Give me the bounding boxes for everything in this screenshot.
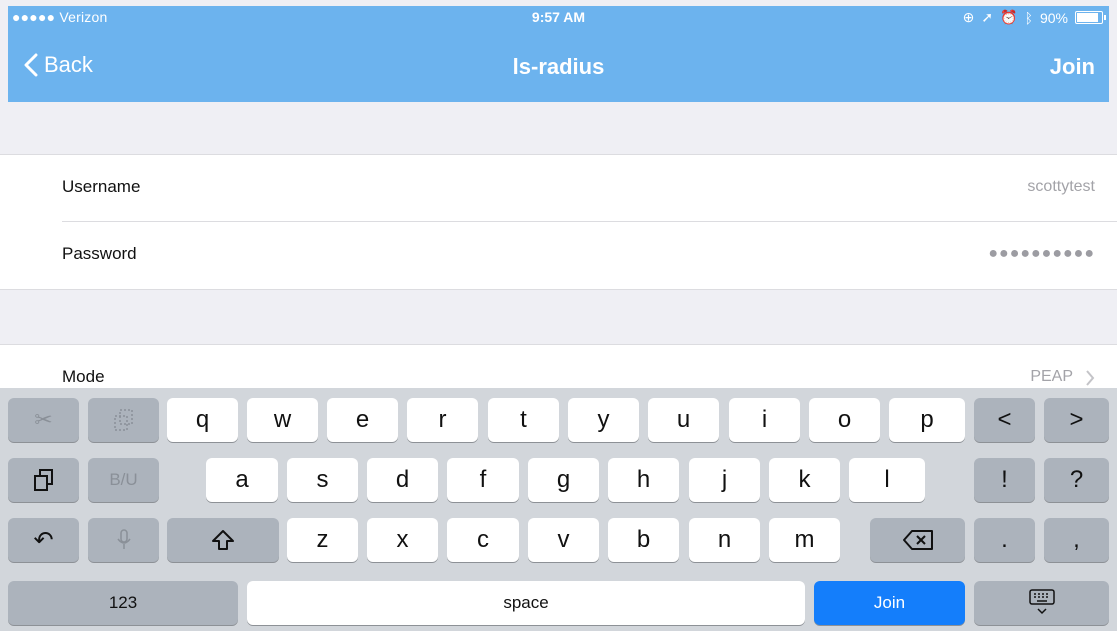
key-e[interactable]: e xyxy=(327,398,398,442)
battery-percent: 90% xyxy=(1039,9,1068,26)
copy-key[interactable] xyxy=(88,398,159,442)
question-key[interactable]: ? xyxy=(1044,458,1109,502)
key-a[interactable]: a xyxy=(206,458,278,502)
delete-key[interactable] xyxy=(870,518,965,562)
key-h[interactable]: h xyxy=(608,458,679,502)
period-key[interactable]: . xyxy=(974,518,1035,562)
copy-icon xyxy=(113,409,133,431)
key-u[interactable]: u xyxy=(648,398,719,442)
dictation-key[interactable] xyxy=(88,518,159,562)
key-v[interactable]: v xyxy=(528,518,599,562)
key-d[interactable]: d xyxy=(367,458,438,502)
credentials-group: Username scottytest Password ●●●●●●●●●● xyxy=(0,155,1117,289)
status-indicators: ⊕ ➚ ⏰ ᛒ 90% xyxy=(962,9,1106,26)
undo-key[interactable]: ↶ xyxy=(8,518,79,562)
mode-value: PEAP xyxy=(1030,368,1073,385)
key-r[interactable]: r xyxy=(407,398,478,442)
key-t[interactable]: t xyxy=(488,398,559,442)
lock-rotation-icon: ⊕ xyxy=(962,9,975,25)
key-m[interactable]: m xyxy=(769,518,840,562)
clock: 9:57 AM xyxy=(531,9,586,25)
key-o[interactable]: o xyxy=(809,398,880,442)
microphone-icon xyxy=(116,529,131,549)
shift-icon xyxy=(212,530,234,550)
key-c[interactable]: c xyxy=(447,518,519,562)
paste-icon xyxy=(33,469,53,491)
paste-key[interactable] xyxy=(8,458,79,502)
key-s[interactable]: s xyxy=(287,458,358,502)
password-label: Password xyxy=(62,244,137,263)
username-label: Username xyxy=(62,177,141,196)
location-icon: ➚ xyxy=(981,9,994,25)
key-b[interactable]: b xyxy=(608,518,679,562)
password-field[interactable]: ●●●●●●●●●● xyxy=(988,245,1095,263)
undo-icon: ↶ xyxy=(33,526,54,554)
key-z[interactable]: z xyxy=(287,518,358,562)
alarm-icon: ⏰ xyxy=(1000,9,1018,25)
username-field[interactable]: scottytest xyxy=(1027,178,1095,196)
backspace-icon xyxy=(902,530,933,550)
scissors-icon: ✂ xyxy=(34,407,53,432)
bluetooth-icon: ᛒ xyxy=(1024,9,1033,26)
chevron-right-icon xyxy=(1086,370,1095,386)
navigation-bar: Back ls-radius Join xyxy=(8,30,1109,102)
mode-group: Mode PEAP xyxy=(0,345,1117,388)
comma-key[interactable]: , xyxy=(1044,518,1109,562)
password-row[interactable]: Password ●●●●●●●●●● xyxy=(0,222,1117,288)
key-i[interactable]: i xyxy=(729,398,800,442)
key-p[interactable]: p xyxy=(889,398,965,442)
numbers-key[interactable]: 123 xyxy=(8,581,238,625)
key-f[interactable]: f xyxy=(447,458,519,502)
keyboard-dismiss-icon xyxy=(1028,589,1055,615)
biu-format-key[interactable]: B/U xyxy=(88,458,159,502)
shift-key[interactable] xyxy=(167,518,279,562)
status-bar: ●●●●● Verizon 9:57 AM ⊕ ➚ ⏰ ᛒ 90% xyxy=(8,6,1109,30)
keyboard: ✂ q w e r t y u i o p < > B/U a s d f g … xyxy=(0,388,1117,631)
cursor-left-key[interactable]: < xyxy=(974,398,1035,442)
cut-key[interactable]: ✂ xyxy=(8,398,79,442)
section-gap xyxy=(0,290,1117,344)
key-y[interactable]: y xyxy=(568,398,639,442)
space-key[interactable]: space xyxy=(247,581,805,625)
mode-label: Mode xyxy=(62,367,105,386)
key-j[interactable]: j xyxy=(689,458,760,502)
username-row[interactable]: Username scottytest xyxy=(0,155,1117,221)
key-k[interactable]: k xyxy=(769,458,840,502)
battery-icon xyxy=(1075,11,1106,24)
exclamation-key[interactable]: ! xyxy=(974,458,1035,502)
key-w[interactable]: w xyxy=(247,398,318,442)
section-gap xyxy=(0,102,1117,155)
join-key[interactable]: Join xyxy=(814,581,965,625)
key-n[interactable]: n xyxy=(689,518,760,562)
key-x[interactable]: x xyxy=(367,518,438,562)
dismiss-keyboard-key[interactable] xyxy=(974,581,1109,625)
key-g[interactable]: g xyxy=(528,458,599,502)
join-nav-button[interactable]: Join xyxy=(1050,54,1095,80)
mode-row[interactable]: Mode PEAP xyxy=(0,345,1117,388)
page-title: ls-radius xyxy=(512,54,605,79)
key-l[interactable]: l xyxy=(849,458,925,502)
cursor-right-key[interactable]: > xyxy=(1044,398,1109,442)
key-q[interactable]: q xyxy=(167,398,238,442)
